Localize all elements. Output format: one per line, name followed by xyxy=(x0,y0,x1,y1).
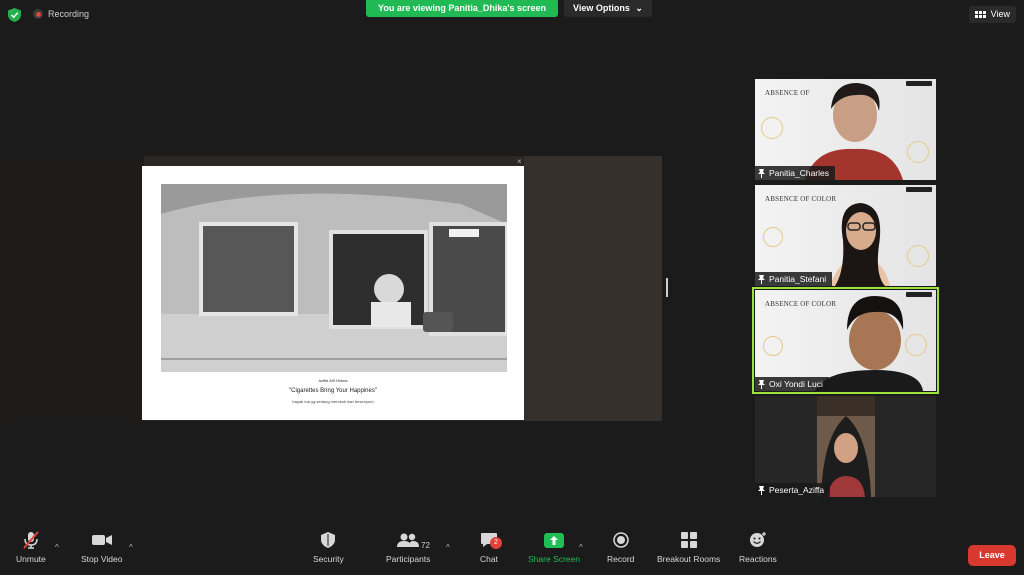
participant-name: Oxi Yondi Luci xyxy=(769,379,823,389)
participant-video xyxy=(805,83,903,180)
slide-photo xyxy=(161,184,507,372)
security-label: Security xyxy=(313,554,344,564)
record-button[interactable]: Record xyxy=(607,531,634,564)
participant-nameplate: Panitia_Stefani xyxy=(755,272,833,286)
view-options-button[interactable]: View Options ⌄ xyxy=(564,0,652,17)
record-icon xyxy=(610,531,632,549)
chevron-down-icon: ⌄ xyxy=(635,3,643,13)
participants-options-chevron-icon[interactable]: ^ xyxy=(446,543,450,552)
slide-caption-description: bapak tua yg sedang merokok dan tersenyu… xyxy=(292,399,374,404)
view-options-label: View Options xyxy=(573,3,630,13)
shared-screen: Aziffa Alif Hidma "Cigarettes Bring Your… xyxy=(4,156,662,421)
share-options-chevron-icon[interactable]: ^ xyxy=(579,543,583,552)
zoom-meeting-window: Recording You are viewing Panitia_Dhika'… xyxy=(0,0,1024,575)
unmute-button[interactable]: Unmute xyxy=(16,531,46,564)
unmute-label: Unmute xyxy=(16,554,46,564)
share-arrow-icon xyxy=(543,531,565,549)
reactions-button[interactable]: Reactions xyxy=(739,531,777,564)
participant-nameplate: Panitia_Charles xyxy=(755,166,836,180)
reactions-icon xyxy=(747,531,769,549)
view-button[interactable]: View xyxy=(968,6,1016,23)
video-options-chevron-icon[interactable]: ^ xyxy=(129,543,133,552)
record-label: Record xyxy=(607,554,635,564)
slide-caption-title: "Cigarettes Bring Your Happines" xyxy=(289,388,377,394)
security-button[interactable]: Security xyxy=(313,531,344,564)
participant-name: Peserta_Aziffa xyxy=(769,485,825,495)
pin-icon xyxy=(758,168,765,178)
breakout-rooms-icon xyxy=(678,531,700,549)
audio-options-chevron-icon[interactable]: ^ xyxy=(55,543,59,552)
shield-icon[interactable] xyxy=(8,8,21,22)
close-icon[interactable]: × xyxy=(517,157,522,166)
pin-icon xyxy=(758,379,765,389)
security-shield-icon xyxy=(317,531,339,549)
view-label: View xyxy=(990,9,1010,19)
reactions-label: Reactions xyxy=(739,554,777,564)
participants-label: Participants xyxy=(386,554,431,564)
background-logo xyxy=(906,187,932,192)
record-dot-icon xyxy=(33,9,43,19)
pin-icon xyxy=(758,485,765,495)
chat-unread-badge: 2 xyxy=(490,537,502,549)
mic-muted-icon xyxy=(20,531,42,549)
breakout-rooms-label: Breakout Rooms xyxy=(657,554,721,564)
participant-tile-active-speaker[interactable]: ABSENCE OF COLOR Oxi Yondi Luci xyxy=(752,287,939,394)
chat-label: Chat xyxy=(480,554,498,564)
recording-indicator[interactable]: Recording xyxy=(33,9,89,19)
participant-video xyxy=(817,396,875,497)
pin-icon xyxy=(758,274,765,284)
participant-tile[interactable]: ABSENCE OF Panitia_Charles xyxy=(755,79,936,180)
presentation-slide: Aziffa Alif Hidma "Cigarettes Bring Your… xyxy=(142,166,524,420)
participant-video xyxy=(830,203,890,286)
video-camera-icon xyxy=(91,531,113,549)
participant-tile[interactable]: ABSENCE OF COLOR Panitia_Stefani xyxy=(755,185,936,286)
recording-label: Recording xyxy=(48,9,90,19)
shared-background-right xyxy=(524,156,662,421)
stop-video-button[interactable]: Stop Video xyxy=(81,531,122,564)
background-logo xyxy=(906,81,932,86)
meeting-toolbar: Unmute ^ Stop Video ^ Security Participa… xyxy=(0,531,1024,575)
participants-count: 72 xyxy=(421,541,430,550)
share-screen-button[interactable]: Share Screen xyxy=(528,531,580,564)
stop-video-label: Stop Video xyxy=(81,554,123,564)
viewing-screen-banner: You are viewing Panitia_Dhika's screen xyxy=(366,0,559,17)
participants-icon xyxy=(397,531,420,549)
split-view-divider[interactable] xyxy=(666,278,668,297)
breakout-rooms-button[interactable]: Breakout Rooms xyxy=(657,531,720,564)
slide-caption-name: Aziffa Alif Hidma xyxy=(318,378,348,383)
participant-nameplate: Peserta_Aziffa xyxy=(755,483,831,497)
leave-button[interactable]: Leave xyxy=(968,545,1016,566)
participant-tile[interactable]: Peserta_Aziffa xyxy=(755,396,936,497)
top-bar: Recording You are viewing Panitia_Dhika'… xyxy=(0,0,1024,30)
participant-video xyxy=(815,296,923,391)
participant-name: Panitia_Stefani xyxy=(769,274,827,284)
grid-view-icon xyxy=(974,11,986,18)
shared-background-left xyxy=(4,156,144,421)
share-screen-label: Share Screen xyxy=(528,554,580,564)
participant-nameplate: Oxi Yondi Luci xyxy=(755,377,829,391)
participant-name: Panitia_Charles xyxy=(769,168,830,178)
